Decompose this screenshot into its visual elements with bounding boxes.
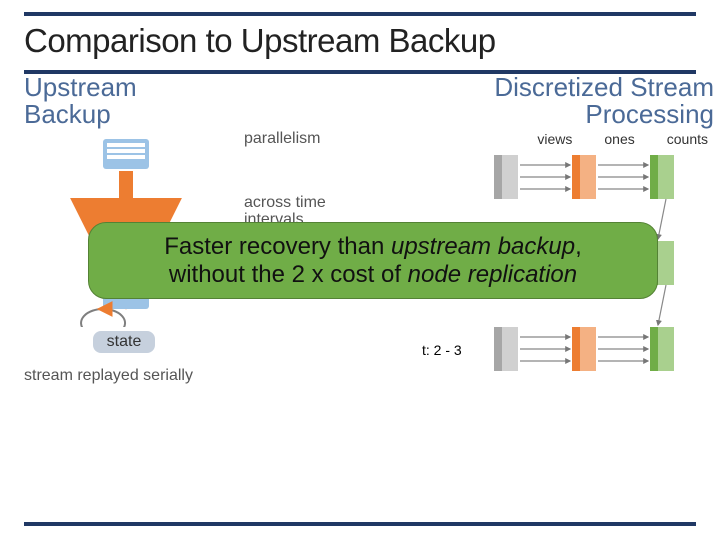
t2-label: t: 2 - 3 xyxy=(422,342,462,358)
label-views: views xyxy=(537,131,572,147)
left-heading: Upstream Backup xyxy=(24,74,224,129)
left-caption: stream replayed serially xyxy=(24,367,224,385)
callout-l1b: upstream backup xyxy=(391,233,575,260)
state-wrap: state xyxy=(24,331,224,353)
right-heading: Discretized Stream Processing xyxy=(394,74,714,129)
label-counts: counts xyxy=(667,131,708,147)
top-rule xyxy=(24,12,696,16)
left-heading-l1: Upstream xyxy=(24,72,137,102)
left-heading-l2: Backup xyxy=(24,99,111,129)
mid-parallelism: parallelism xyxy=(244,130,374,148)
callout-l1a: Faster recovery than xyxy=(164,233,391,260)
right-heading-l1: Discretized Stream xyxy=(494,72,714,102)
label-ones: ones xyxy=(604,131,634,147)
callout-l2a: without the 2 x cost of xyxy=(169,261,408,288)
loop-arrow-icon xyxy=(81,309,125,327)
slide-title: Comparison to Upstream Backup xyxy=(24,22,696,60)
callout: Faster recovery than upstream backup, wi… xyxy=(88,222,658,299)
right-heading-l2: Processing xyxy=(585,99,714,129)
state-pill: state xyxy=(93,331,156,353)
slide: Comparison to Upstream Backup Upstream B… xyxy=(0,0,720,540)
callout-l1c: , xyxy=(575,233,582,260)
callout-l2b: node replication xyxy=(408,261,577,288)
bottom-rule xyxy=(24,522,696,526)
right-col-labels: views ones counts xyxy=(394,131,714,147)
